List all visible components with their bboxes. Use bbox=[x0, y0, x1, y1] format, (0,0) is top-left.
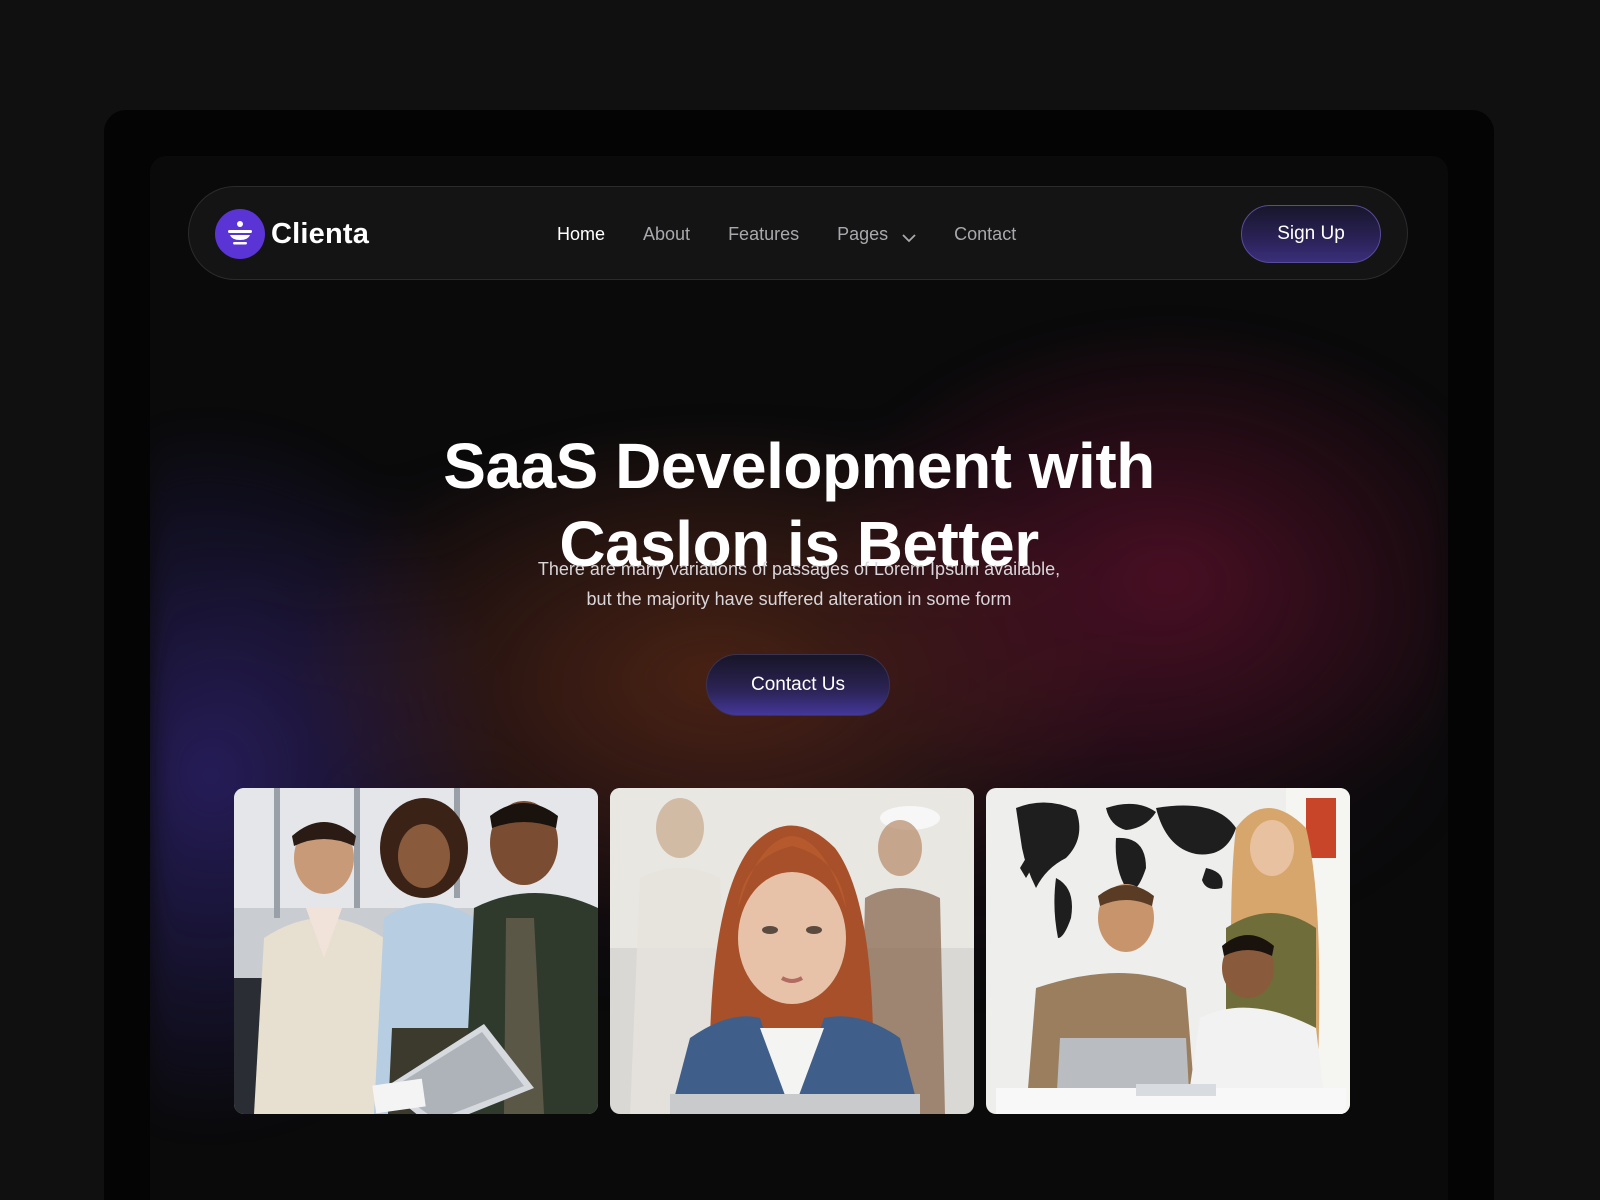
nav-item-features[interactable]: Features bbox=[728, 224, 799, 245]
team-with-tablet-photo bbox=[234, 788, 598, 1114]
navbar: Clienta Home About Features Pages Contac… bbox=[188, 186, 1408, 280]
hero-subtitle: There are many variations of passages of… bbox=[150, 554, 1448, 614]
website-screen: Clienta Home About Features Pages Contac… bbox=[150, 156, 1448, 1200]
nav-item-contact[interactable]: Contact bbox=[954, 224, 1016, 245]
nav-item-home[interactable]: Home bbox=[557, 224, 605, 245]
team-at-laptop-photo bbox=[986, 788, 1350, 1114]
photo-gallery bbox=[234, 788, 1364, 1114]
chevron-down-icon bbox=[902, 227, 916, 248]
hero-subtitle-line-2: but the majority have suffered alteratio… bbox=[586, 589, 1012, 609]
nav-links: Home About Features Pages Contact bbox=[557, 187, 1054, 281]
logo-icon bbox=[215, 209, 265, 259]
nav-item-pages[interactable]: Pages bbox=[837, 221, 916, 248]
device-frame: Clienta Home About Features Pages Contac… bbox=[104, 110, 1494, 1200]
nav-item-pages-label: Pages bbox=[837, 223, 889, 244]
brand-logo[interactable]: Clienta bbox=[215, 209, 369, 259]
hero-subtitle-line-1: There are many variations of passages of… bbox=[537, 559, 1061, 579]
woman-working-photo bbox=[610, 788, 974, 1114]
nav-item-about[interactable]: About bbox=[643, 224, 690, 245]
hero-title-line-1: SaaS Development with bbox=[443, 429, 1155, 502]
brand-name: Clienta bbox=[271, 217, 370, 250]
sign-up-button[interactable]: Sign Up bbox=[1241, 205, 1381, 263]
contact-us-button[interactable]: Contact Us bbox=[706, 654, 890, 716]
